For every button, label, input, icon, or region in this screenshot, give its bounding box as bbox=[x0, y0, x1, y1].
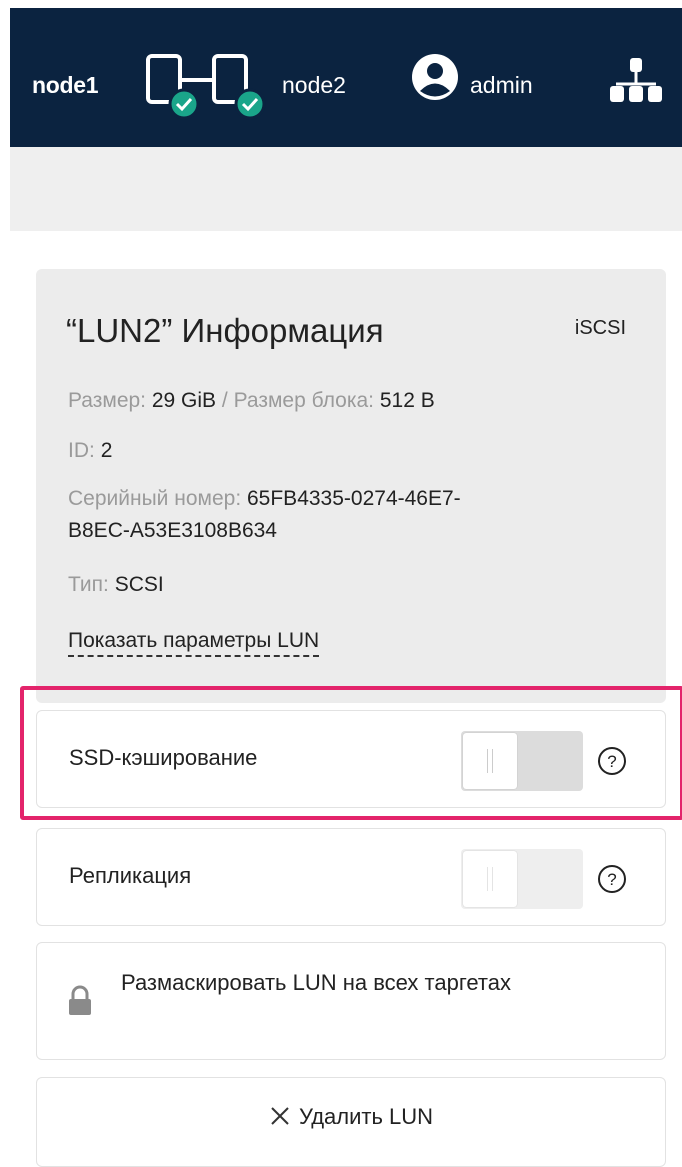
user-account-icon[interactable] bbox=[412, 54, 458, 100]
svg-text:?: ? bbox=[607, 870, 616, 889]
type-value: SCSI bbox=[114, 573, 164, 596]
lun-info-title: “LUN2” Информация bbox=[66, 312, 384, 349]
show-lun-params-link[interactable]: Показать параметры LUN bbox=[68, 627, 320, 657]
delete-label: Удалить LUN bbox=[298, 1104, 434, 1129]
close-icon bbox=[271, 1107, 289, 1125]
delete-row: Удалить LUN bbox=[37, 1104, 665, 1130]
highlight-frame bbox=[20, 686, 682, 820]
id-label: ID: bbox=[68, 439, 95, 462]
unmask-label: Размаскировать LUN на всех таргетах bbox=[121, 970, 511, 995]
serial-label: Серийный номер: bbox=[68, 487, 242, 510]
protocol-label: iSCSI bbox=[574, 317, 626, 339]
lock-icon bbox=[69, 985, 91, 1015]
type-label: Тип: bbox=[68, 573, 109, 596]
separator: / bbox=[221, 389, 228, 412]
type-row: Тип: SCSI bbox=[68, 569, 164, 601]
help-icon[interactable]: ? bbox=[597, 864, 627, 894]
replication-toggle[interactable] bbox=[461, 849, 583, 909]
node2-label[interactable]: node2 bbox=[282, 72, 346, 99]
serial-value-cont: B8EC-A53E3108B634 bbox=[68, 519, 277, 542]
id-row: ID: 2 bbox=[68, 435, 112, 467]
size-value: 29 GiB bbox=[151, 389, 217, 412]
serial-row: Серийный номер: 65FB4335-0274-46E7- B8EC… bbox=[68, 483, 461, 547]
toggle-knob bbox=[463, 851, 517, 907]
cluster-nodes-icon[interactable] bbox=[140, 52, 278, 120]
size-label: Размер: bbox=[68, 389, 147, 412]
lun-info-card: “LUN2” Информация iSCSI Размер: 29 GiB /… bbox=[36, 269, 666, 703]
replication-card: Репликация ? bbox=[36, 828, 666, 926]
node1-label[interactable]: node1 bbox=[32, 72, 99, 99]
unmask-card[interactable]: Размаскировать LUN на всех таргетах bbox=[36, 942, 666, 1060]
top-bar: node1 node2 admin bbox=[10, 8, 682, 147]
block-size-value: 512 B bbox=[379, 389, 435, 412]
id-value: 2 bbox=[100, 439, 113, 462]
username-label[interactable]: admin bbox=[470, 72, 533, 99]
block-size-label: Размер блока: bbox=[233, 389, 375, 412]
serial-value: 65FB4335-0274-46E7- bbox=[247, 487, 461, 510]
size-row: Размер: 29 GiB / Размер блока: 512 B bbox=[68, 385, 435, 417]
network-topology-icon[interactable] bbox=[608, 56, 664, 106]
toolbar-band bbox=[10, 147, 682, 231]
replication-label: Репликация bbox=[69, 863, 192, 888]
